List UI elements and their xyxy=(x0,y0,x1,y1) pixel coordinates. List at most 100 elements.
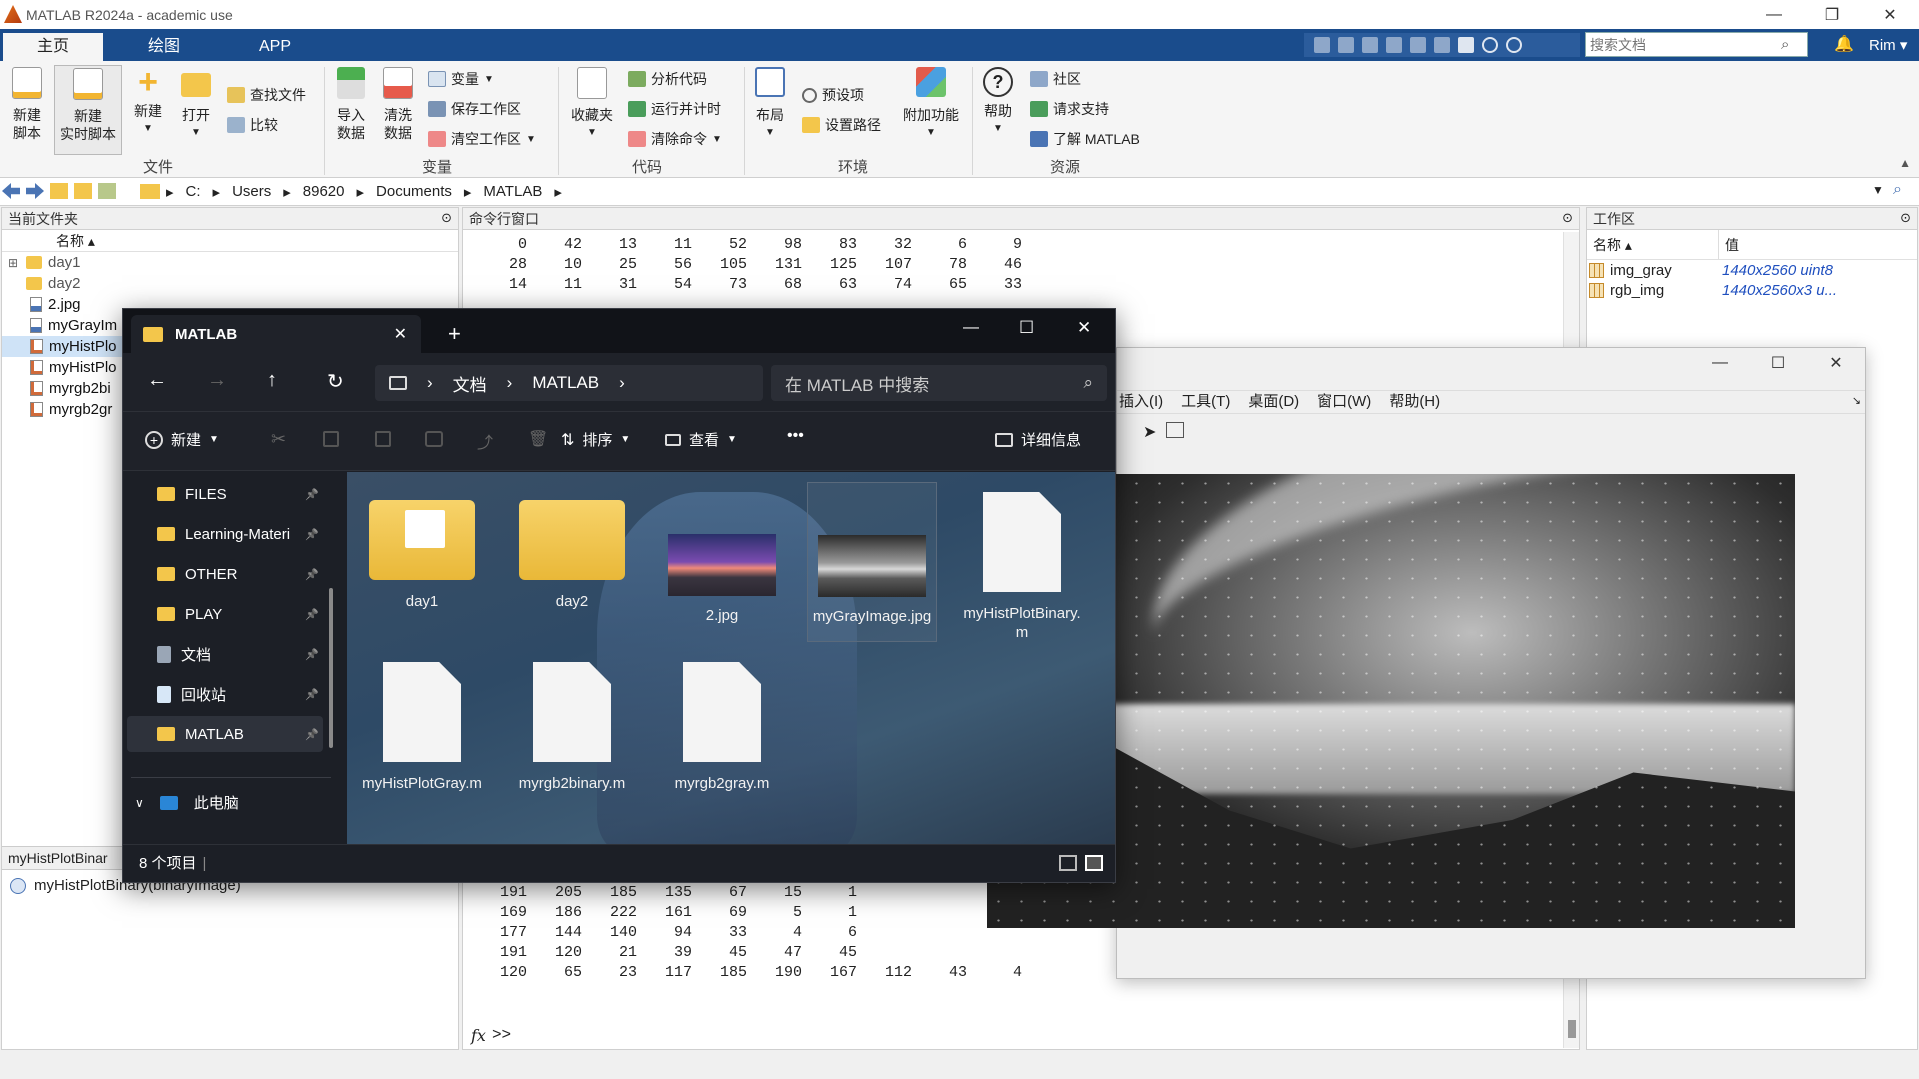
file-item[interactable]: myrgb2gray.m xyxy=(657,652,787,812)
prompt-line[interactable]: fx >> xyxy=(471,1026,511,1045)
menu-insert[interactable]: 插入(I) xyxy=(1119,391,1163,413)
back-arrow-icon[interactable] xyxy=(2,183,20,199)
tab-apps[interactable]: APP xyxy=(225,33,325,61)
save-icon[interactable] xyxy=(1314,37,1330,53)
address-dropdown-icon[interactable]: ▼ xyxy=(1872,183,1884,197)
sidebar-scrollbar[interactable] xyxy=(329,588,333,748)
cut-icon[interactable] xyxy=(1338,37,1354,53)
forward-arrow-icon[interactable] xyxy=(26,183,44,199)
user-menu[interactable]: Rim ▾ xyxy=(1869,36,1907,54)
explorer-maximize-button[interactable]: ☐ xyxy=(1019,318,1034,338)
panel-menu-icon[interactable]: ⊙ xyxy=(1562,210,1573,226)
pin-icon[interactable]: 📌 xyxy=(305,688,319,701)
view-button[interactable]: 查看 ▼ xyxy=(665,429,737,450)
sidebar-item[interactable]: Learning-Materi 📌 xyxy=(127,516,323,552)
switch-window-icon[interactable] xyxy=(1458,37,1474,53)
pin-icon[interactable]: 📌 xyxy=(305,608,319,621)
run-and-time-button[interactable]: 运行并计时 xyxy=(628,99,721,119)
share-icon[interactable]: ⤴ xyxy=(477,429,493,453)
help-button[interactable]: ? 帮助 ▼ xyxy=(980,67,1016,138)
favorites-button[interactable]: 收藏夹 ▼ xyxy=(566,67,618,142)
addons-button[interactable]: 附加功能 ▼ xyxy=(898,67,964,142)
figure-minimize-button[interactable]: — xyxy=(1691,348,1749,377)
property-editor-icon[interactable] xyxy=(1166,422,1185,438)
sidebar-item[interactable]: 回收站 📌 xyxy=(127,676,323,712)
pin-icon[interactable]: 📌 xyxy=(305,568,319,581)
pin-icon[interactable]: 📌 xyxy=(305,528,319,541)
file-item[interactable]: myHistPlotGray.m xyxy=(357,652,487,812)
pin-icon[interactable]: 📌 xyxy=(305,648,319,661)
tab-plots[interactable]: 绘图 xyxy=(114,33,214,61)
request-support-button[interactable]: 请求支持 xyxy=(1030,99,1109,119)
figure-close-button[interactable]: ✕ xyxy=(1807,348,1865,377)
variable-row[interactable]: img_gray 1440x2560 uint8 xyxy=(1587,260,1917,280)
undo-icon[interactable] xyxy=(1410,37,1426,53)
file-item[interactable]: day1 xyxy=(357,482,487,642)
details-view-icon[interactable] xyxy=(1059,855,1077,871)
file-item[interactable]: day2 xyxy=(507,482,637,642)
up-arrow-icon[interactable]: ↑ xyxy=(267,369,277,392)
file-item[interactable]: myHistPlotBinary.m xyxy=(957,482,1087,642)
panel-menu-icon[interactable]: ⊙ xyxy=(1900,210,1911,226)
copy-icon[interactable] xyxy=(323,431,339,447)
trash-icon[interactable]: 🗑 xyxy=(528,429,548,449)
breadcrumb-item[interactable]: 89620 xyxy=(303,183,345,201)
explorer-address-bar[interactable]: › 文档 › MATLAB › xyxy=(375,365,763,401)
menu-desktop[interactable]: 桌面(D) xyxy=(1248,391,1299,413)
details-pane-button[interactable]: 详细信息 xyxy=(995,429,1081,450)
learn-matlab-button[interactable]: 了解 MATLAB xyxy=(1030,129,1140,149)
column-header-name[interactable]: 名称 ▴ xyxy=(1587,230,1719,259)
sidebar-item[interactable]: FILES 📌 xyxy=(127,476,323,512)
sort-button[interactable]: ⇅ 排序 ▼ xyxy=(561,429,630,450)
path-icon[interactable] xyxy=(98,183,116,199)
import-data-button[interactable]: 导入 数据 xyxy=(333,67,369,142)
breadcrumb-item[interactable]: MATLAB xyxy=(532,373,599,393)
breadcrumb-item[interactable]: C: xyxy=(186,183,201,201)
sidebar-item[interactable]: 文档 📌 xyxy=(127,636,323,672)
pin-icon[interactable]: 📌 xyxy=(305,728,319,741)
community-button[interactable]: 社区 xyxy=(1030,69,1081,89)
new-tab-icon[interactable]: + xyxy=(448,321,461,347)
explorer-search-box[interactable]: 在 MATLAB 中搜索 ⌕ xyxy=(771,365,1107,401)
find-files-button[interactable]: 查找文件 xyxy=(227,85,306,105)
sidebar-item[interactable]: MATLAB 📌 xyxy=(127,716,323,752)
pin-icon[interactable]: 📌 xyxy=(305,488,319,501)
thumbnail-view-icon[interactable] xyxy=(1085,855,1103,871)
tab-home[interactable]: 主页 xyxy=(3,33,104,61)
explorer-tab[interactable]: MATLAB ✕ xyxy=(131,315,421,353)
minimize-button[interactable]: — xyxy=(1745,0,1803,29)
doc-search-box[interactable]: ⌕ xyxy=(1585,32,1808,57)
new-item-button[interactable]: + 新建 ▼ xyxy=(145,429,219,450)
collapse-ribbon-icon[interactable]: ▲ xyxy=(1899,156,1911,170)
file-item[interactable]: myrgb2binary.m xyxy=(507,652,637,812)
dropdown-icon[interactable] xyxy=(1506,37,1522,53)
close-tab-icon[interactable]: ✕ xyxy=(394,324,407,344)
redo-icon[interactable] xyxy=(1434,37,1450,53)
figure-corner-arrow-icon[interactable]: ↘ xyxy=(1852,394,1861,407)
save-workspace-button[interactable]: 保存工作区 xyxy=(428,99,521,119)
pointer-icon[interactable]: ➤ xyxy=(1143,422,1156,442)
doc-search-input[interactable] xyxy=(1586,33,1781,56)
file-item[interactable]: 2.jpg xyxy=(657,482,787,642)
up-folder-icon[interactable] xyxy=(50,183,68,199)
sidebar-item-this-pc[interactable]: ∨ 此电脑 xyxy=(135,792,239,813)
analyze-code-button[interactable]: 分析代码 xyxy=(628,69,707,89)
address-search-icon[interactable]: ⌕ xyxy=(1893,181,1902,199)
set-path-button[interactable]: 设置路径 xyxy=(802,115,881,135)
breadcrumb-item[interactable]: Documents xyxy=(376,183,452,201)
panel-menu-icon[interactable]: ⊙ xyxy=(441,210,452,226)
breadcrumb-item[interactable]: MATLAB xyxy=(483,183,542,201)
layout-button[interactable]: 布局 ▼ xyxy=(752,67,788,142)
variable-dropdown[interactable]: 变量 ▼ xyxy=(428,69,494,89)
notification-bell-icon[interactable]: 🔔 xyxy=(1834,34,1854,54)
back-arrow-icon[interactable]: ← xyxy=(147,369,167,392)
scrollbar-thumb[interactable] xyxy=(1568,1020,1576,1038)
paste-icon[interactable] xyxy=(1386,37,1402,53)
sidebar-item[interactable]: PLAY 📌 xyxy=(127,596,323,632)
clean-data-button[interactable]: 清洗 数据 xyxy=(380,67,416,142)
variable-row[interactable]: rgb_img 1440x2560x3 u... xyxy=(1587,280,1917,300)
new-script-button[interactable]: 新建 脚本 xyxy=(6,67,48,142)
preferences-button[interactable]: 预设项 xyxy=(802,85,864,105)
clear-workspace-dropdown[interactable]: 清空工作区 ▼ xyxy=(428,129,536,149)
clear-commands-dropdown[interactable]: 清除命令 ▼ xyxy=(628,129,722,149)
